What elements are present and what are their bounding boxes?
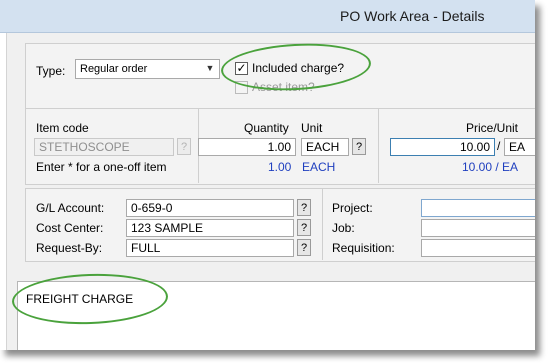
title-bar: PO Work Area - Details: [0, 0, 535, 33]
lookup-icon: ?: [355, 141, 363, 153]
cost-center-label: Cost Center:: [36, 221, 104, 235]
description-text: FREIGHT CHARGE: [26, 292, 134, 306]
accounting-divider: [322, 188, 323, 260]
cost-center-value: 123 SAMPLE: [131, 221, 204, 235]
price-value: 10.00: [459, 140, 490, 154]
project-label: Project:: [332, 201, 373, 215]
asset-item-label: Asset item?: [252, 80, 315, 94]
price-input[interactable]: 10.00: [390, 138, 495, 156]
unit-input[interactable]: EACH: [301, 138, 349, 156]
lookup-icon: ?: [300, 222, 308, 234]
po-details-window: PO Work Area - Details Type: Regular ord…: [0, 0, 535, 350]
quantity-value: 1.00: [267, 140, 291, 154]
price-unit-value: EA: [509, 140, 526, 154]
type-panel: Type: Regular order ▼ ✓ Included charge?…: [25, 43, 535, 115]
unit-label: Unit: [301, 121, 323, 135]
item-code-value: STETHOSCOPE: [39, 140, 130, 154]
project-input[interactable]: [421, 199, 535, 217]
one-off-hint: Enter * for a one-off item: [36, 160, 167, 174]
requisition-input[interactable]: [421, 239, 535, 257]
requisition-label: Requisition:: [332, 241, 395, 255]
unit-secondary: EACH: [302, 160, 336, 174]
price-secondary: 10.00 / EA: [462, 160, 519, 174]
job-label: Job:: [332, 221, 355, 235]
unit-value: EACH: [306, 140, 340, 154]
cost-center-input[interactable]: 123 SAMPLE: [126, 219, 294, 237]
quantity-label: Quantity: [244, 121, 289, 135]
gl-account-label: G/L Account:: [36, 201, 105, 215]
price-divider: [378, 108, 379, 183]
lookup-icon: ?: [180, 141, 188, 153]
lookup-icon: ?: [300, 202, 308, 214]
included-charge-checkbox[interactable]: ✓: [235, 62, 248, 75]
item-code-label: Item code: [36, 121, 89, 135]
gl-account-lookup-button[interactable]: ?: [297, 199, 311, 216]
item-code-lookup-button[interactable]: ?: [177, 138, 191, 155]
accounting-panel: G/L Account: 0-659-0 ? Cost Center: 123 …: [25, 188, 535, 262]
gl-account-value: 0-659-0: [131, 201, 173, 215]
type-dropdown-value: Regular order: [80, 63, 148, 75]
type-dropdown[interactable]: Regular order ▼: [75, 59, 220, 79]
asset-item-checkbox[interactable]: [235, 81, 248, 94]
quantity-input[interactable]: 1.00: [198, 138, 296, 156]
price-separator: /: [497, 139, 501, 153]
request-by-value: FULL: [131, 241, 161, 255]
window-title: PO Work Area - Details: [340, 8, 485, 24]
unit-lookup-button[interactable]: ?: [352, 138, 366, 155]
description-textarea[interactable]: FREIGHT CHARGE: [17, 281, 535, 350]
price-label: Price/Unit: [466, 121, 519, 135]
type-label: Type:: [36, 64, 66, 78]
chevron-down-icon: ▼: [205, 63, 215, 73]
gl-account-input[interactable]: 0-659-0: [126, 199, 294, 217]
included-charge-label: Included charge?: [252, 61, 345, 75]
price-unit-input[interactable]: EA: [504, 138, 535, 156]
item-code-input[interactable]: STETHOSCOPE: [34, 138, 174, 156]
request-by-lookup-button[interactable]: ?: [297, 239, 311, 256]
quantity-secondary: 1.00: [268, 160, 292, 174]
lookup-icon: ?: [300, 242, 308, 254]
check-icon: ✓: [236, 61, 247, 75]
item-panel: Item code STETHOSCOPE ? Enter * for a on…: [25, 108, 535, 185]
request-by-label: Request-By:: [36, 241, 103, 255]
job-input[interactable]: [421, 219, 535, 237]
request-by-input[interactable]: FULL: [126, 239, 294, 257]
window-client-area: Type: Regular order ▼ ✓ Included charge?…: [6, 33, 535, 350]
cost-center-lookup-button[interactable]: ?: [297, 219, 311, 236]
